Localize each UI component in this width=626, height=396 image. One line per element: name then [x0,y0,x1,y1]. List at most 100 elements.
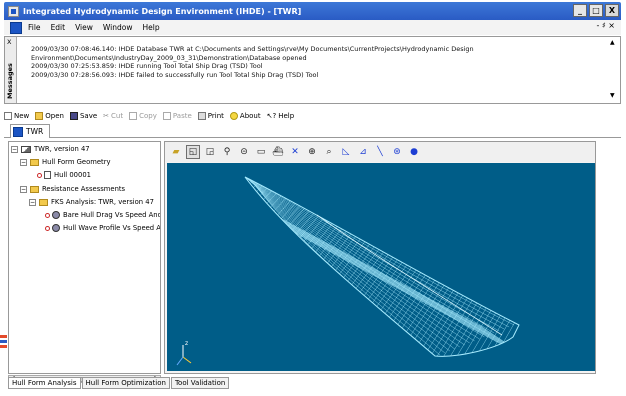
tree-node-label: Hull 00001 [54,171,91,179]
printer-icon [197,112,206,120]
tree-node-hull[interactable]: Hull 00001 [37,171,91,179]
bottom-tab-bar: Hull Form Analysis Hull Form Optimizatio… [8,377,230,390]
collapse-icon[interactable]: − [29,198,36,206]
help-label: Help [278,112,295,120]
close-button[interactable]: X [605,4,619,17]
tree-node-hull-wave-profile[interactable]: Hull Wave Profile Vs Speed A [45,224,160,232]
new-file-icon [4,112,12,120]
probe-icon[interactable]: ⚲ [220,145,234,159]
copy-icon [129,112,138,120]
open-folder-icon [35,112,44,120]
lightbulb-icon [229,112,238,120]
scissors-icon: ✂ [103,112,110,120]
document-icon[interactable] [10,21,22,34]
help-button[interactable]: ↖? Help [267,112,295,120]
axis-triad: z [176,340,192,366]
messages-side-tab[interactable]: X Messages [5,37,17,103]
paste-icon [162,112,171,120]
collapse-icon[interactable]: − [20,158,27,166]
menu-window[interactable]: Window [103,23,133,32]
messages-scrollbar[interactable]: ▲ ▼ [610,39,618,101]
folder-icon [30,185,39,193]
menu-help[interactable]: Help [142,23,159,32]
project-tree: − TWR, version 47 − Hull Form Geometry H… [8,141,161,374]
message-log: 2009/03/30 07:08:46.140: IHDE Database T… [31,45,591,79]
new-label: New [14,112,30,120]
triangle-icon[interactable]: ◺ [339,145,353,159]
collapse-icon[interactable]: − [20,185,27,193]
globe-icon[interactable]: ⊛ [390,145,404,159]
app-icon [8,5,19,17]
ruler-icon[interactable]: ▭ [254,145,268,159]
folder-icon [39,198,48,206]
save-button[interactable]: Save [69,112,98,120]
messages-close-icon[interactable]: X [7,38,11,46]
message-line: 2009/03/30 07:25:53.859: IHDE running To… [31,62,263,71]
menu-edit[interactable]: Edit [51,23,66,32]
main-toolbar: New Open Save ✂ Cut Copy Paste Print Abou… [4,109,621,123]
tree-node-resistance-assessments[interactable]: − Resistance Assessments [20,185,125,193]
tree-node-label: TWR, version 47 [34,145,90,153]
cylinder-icon[interactable]: ⊝ [237,145,251,159]
zoom-region-icon[interactable]: ⌕ [322,145,336,159]
mdi-controls[interactable]: - ♯ × [596,21,615,30]
tree-node-label: FKS Analysis: TWR, version 47 [51,198,154,206]
analysis-tool-icon [52,224,60,232]
tab-hull-form-analysis[interactable]: Hull Form Analysis [8,377,81,389]
folder-icon [30,158,39,166]
axis-z-label: z [185,340,188,347]
tree-node-bare-hull-drag[interactable]: Bare Hull Drag Vs Speed And [45,211,161,219]
tree-node-fks-analysis[interactable]: − FKS Analysis: TWR, version 47 [29,198,154,206]
window-edge-decoration [0,335,7,355]
maximize-button[interactable]: □ [589,4,603,17]
print-button[interactable]: Print [197,112,224,120]
axes-icon[interactable]: ✕ [288,145,302,159]
line-icon[interactable]: ╲ [373,145,387,159]
tab-twr[interactable]: TWR [10,124,51,138]
tab-tool-validation[interactable]: Tool Validation [170,377,230,389]
scroll-up-icon[interactable]: ▲ [610,39,618,46]
open-label: Open [45,112,64,120]
model-icon [21,145,31,153]
tree-node-label: Hull Form Geometry [42,158,111,166]
open-button[interactable]: Open [35,112,64,120]
frame-icon[interactable]: ◱ [186,145,200,159]
ship-icon[interactable]: ⛴ [271,145,285,159]
window-controls: _ □ X [573,4,619,17]
messages-panel: X Messages 2009/03/30 07:08:46.140: IHDE… [4,36,621,104]
scroll-down-icon[interactable]: ▼ [610,92,618,99]
about-button[interactable]: About [229,112,261,120]
menu-file[interactable]: File [28,23,41,32]
new-button[interactable]: New [4,112,29,120]
tree-node-hull-form-geometry[interactable]: − Hull Form Geometry [20,158,111,166]
zoom-icon[interactable]: ⊕ [305,145,319,159]
tab-twr-label: TWR [26,127,44,136]
3d-viewport[interactable]: z [167,163,595,371]
frame-alt-icon[interactable]: ◲ [203,145,217,159]
viewer-toolbar: ▰ ◱ ◲ ⚲ ⊝ ▭ ⛴ ✕ ⊕ ⌕ ◺ ⊿ ╲ ⊛ ● [165,142,595,162]
geometry-viewer: ▰ ◱ ◲ ⚲ ⊝ ▭ ⛴ ✕ ⊕ ⌕ ◺ ⊿ ╲ ⊛ ● z [164,141,596,374]
cut-button[interactable]: ✂ Cut [103,112,123,120]
window-title: Integrated Hydrodynamic Design Environme… [23,6,302,16]
open-folder-icon[interactable]: ▰ [169,145,183,159]
minimize-button[interactable]: _ [573,4,587,17]
graph-icon[interactable]: ⊿ [356,145,370,159]
sphere-icon[interactable]: ● [407,145,421,159]
menu-view[interactable]: View [75,23,93,32]
copy-button[interactable]: Copy [129,112,157,120]
tab-hull-form-optimization[interactable]: Hull Form Optimization [81,377,170,389]
menu-bar: File Edit View Window Help - ♯ × [4,20,621,35]
message-line: Environment\Documents\IndustryDay_2009_0… [31,53,307,62]
copy-label: Copy [139,112,157,120]
tree-node-root[interactable]: − TWR, version 47 [11,145,90,153]
paste-button[interactable]: Paste [162,112,192,120]
help-arrow-icon: ↖? [266,112,277,120]
document-icon [13,126,23,137]
window-title-bar: Integrated Hydrodynamic Design Environme… [4,2,621,20]
status-circle-icon [45,212,50,218]
collapse-icon[interactable]: − [11,145,18,153]
tree-node-label: Bare Hull Drag Vs Speed And [63,211,161,219]
message-line: 2009/03/30 07:08:46.140: IHDE Database T… [31,45,474,53]
document-tab-bar: TWR [4,123,621,138]
save-label: Save [79,112,98,120]
